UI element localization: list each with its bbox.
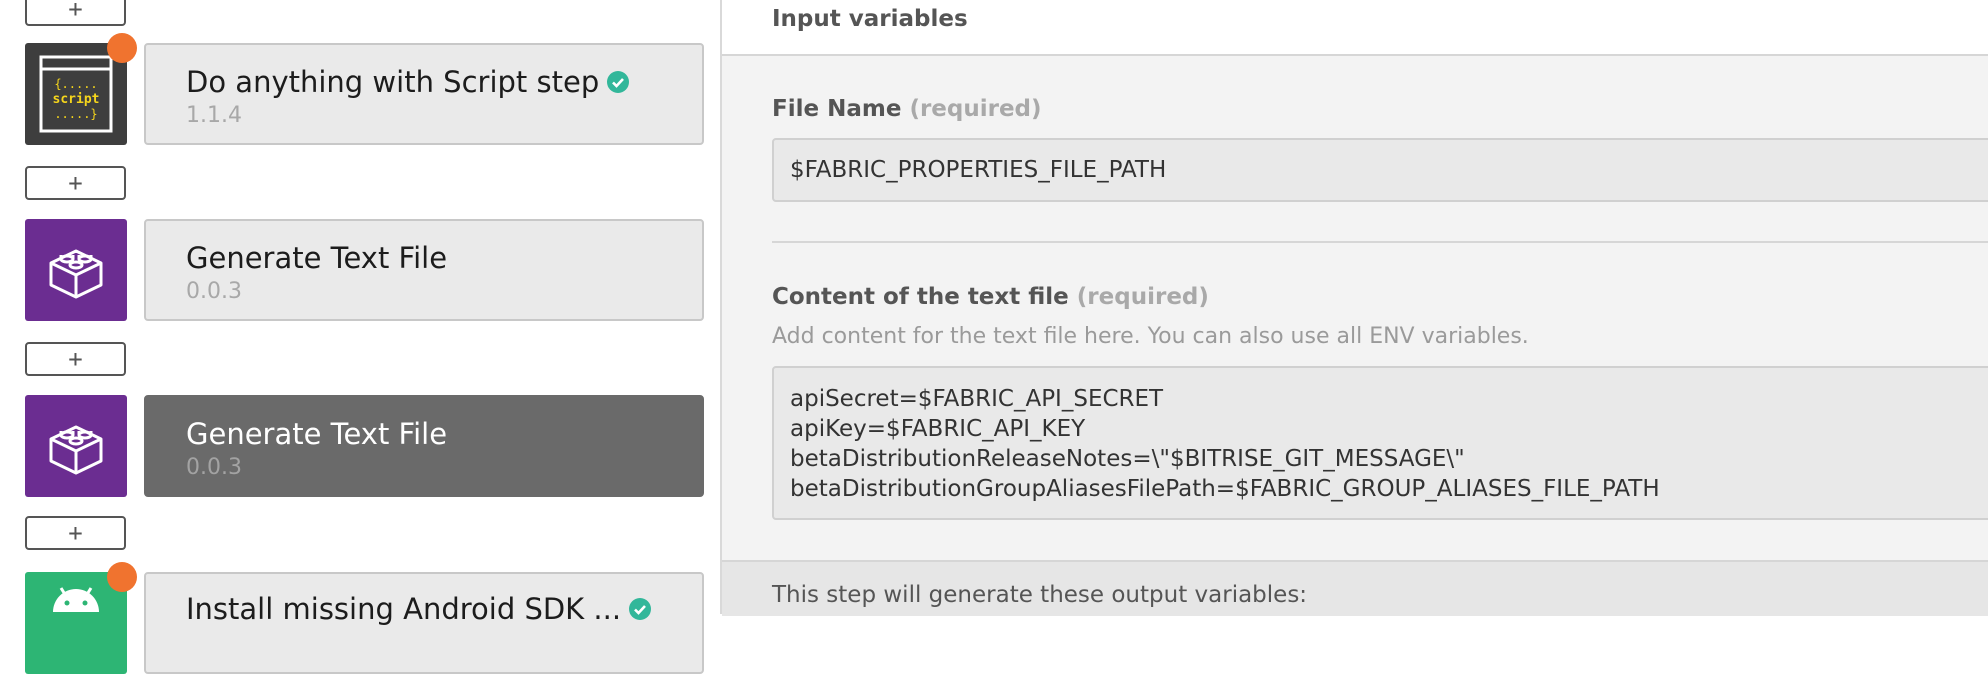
step-config-panel: Input variables File Name (required) $FA… bbox=[722, 0, 1988, 616]
script-icon-line-1: {..... bbox=[54, 77, 97, 91]
file-name-input[interactable]: $FABRIC_PROPERTIES_FILE_PATH bbox=[772, 138, 1988, 202]
step-title: Do anything with Script step bbox=[186, 65, 600, 99]
step-card-script[interactable]: Do anything with Script step 1.1.4 bbox=[144, 43, 704, 145]
script-icon-line-3: .....} bbox=[54, 107, 97, 121]
step-title: Generate Text File bbox=[186, 417, 448, 451]
workflow-steps-panel: + {..... script .....} Do anything with … bbox=[0, 0, 720, 674]
lego-brick-icon[interactable] bbox=[25, 395, 127, 497]
content-line: betaDistributionGroupAliasesFilePath=$FA… bbox=[790, 476, 1660, 502]
lego-brick-icon[interactable] bbox=[25, 219, 127, 321]
file-name-label: File Name (required) bbox=[772, 96, 1042, 122]
script-step-icon[interactable]: {..... script .....} bbox=[25, 33, 137, 145]
step-card-generate-text-file[interactable]: Generate Text File 0.0.3 bbox=[144, 219, 704, 321]
add-step-button[interactable]: + bbox=[25, 516, 126, 550]
content-line: apiSecret=$FABRIC_API_SECRET bbox=[790, 386, 1164, 412]
step-card-generate-text-file-selected[interactable]: Generate Text File 0.0.3 bbox=[144, 395, 704, 497]
add-step-button[interactable]: + bbox=[25, 0, 126, 26]
add-step-button[interactable]: + bbox=[25, 342, 126, 376]
input-variables-header: Input variables bbox=[722, 0, 1988, 56]
field-label-text: Content of the text file bbox=[772, 284, 1069, 310]
android-icon[interactable] bbox=[25, 562, 137, 674]
step-title: Generate Text File bbox=[186, 241, 448, 275]
step-version: 0.0.3 bbox=[186, 455, 242, 480]
content-description: Add content for the text file here. You … bbox=[772, 324, 1529, 349]
add-step-button[interactable]: + bbox=[25, 166, 126, 200]
update-available-badge bbox=[107, 33, 137, 63]
step-card-install-android-sdk[interactable]: Install missing Android SDK ... bbox=[144, 572, 704, 674]
field-divider bbox=[772, 241, 1988, 243]
step-title-row: Do anything with Script step bbox=[186, 65, 630, 99]
update-available-badge bbox=[107, 562, 137, 592]
content-line: betaDistributionReleaseNotes=\"$BITRISE_… bbox=[790, 446, 1465, 472]
step-version: 1.1.4 bbox=[186, 103, 242, 128]
section-title: Input variables bbox=[772, 6, 968, 32]
content-label: Content of the text file (required) bbox=[772, 284, 1209, 310]
step-version: 0.0.3 bbox=[186, 279, 242, 304]
output-variables-section: This step will generate these output var… bbox=[722, 560, 1988, 616]
content-line: apiKey=$FABRIC_API_KEY bbox=[790, 416, 1086, 442]
script-icon-line-2: script bbox=[53, 92, 100, 107]
verified-check-icon bbox=[629, 598, 652, 620]
output-variables-text: This step will generate these output var… bbox=[772, 582, 1308, 608]
required-tag: (required) bbox=[909, 96, 1042, 122]
verified-check-icon bbox=[607, 71, 630, 93]
step-title: Install missing Android SDK ... bbox=[186, 592, 622, 626]
field-label-text: File Name bbox=[772, 96, 902, 122]
step-title-row: Install missing Android SDK ... bbox=[186, 592, 652, 626]
required-tag: (required) bbox=[1076, 284, 1209, 310]
content-textarea[interactable]: apiSecret=$FABRIC_API_SECRET apiKey=$FAB… bbox=[772, 366, 1988, 520]
